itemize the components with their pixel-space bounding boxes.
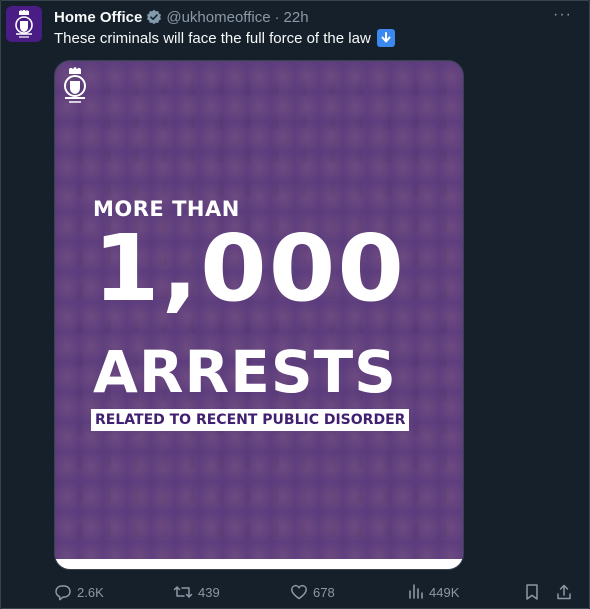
more-options-icon[interactable]: ··· bbox=[553, 6, 572, 24]
tweet-action-bar: 2.6K 439 678 449K bbox=[0, 583, 590, 605]
bookmark-button[interactable] bbox=[524, 583, 545, 601]
tweet-image[interactable]: MORE THAN 1,000 ARRESTS RELATED TO RECEN… bbox=[54, 60, 464, 570]
down-arrow-emoji-icon bbox=[376, 29, 395, 47]
image-bottom-stripe bbox=[55, 559, 463, 569]
royal-crest-icon bbox=[15, 10, 33, 38]
heart-icon bbox=[291, 584, 307, 600]
reply-icon bbox=[55, 585, 71, 601]
repost-count: 439 bbox=[198, 584, 220, 600]
subheadline-label: RELATED TO RECENT PUBLIC DISORDER bbox=[91, 409, 410, 431]
headline-arrests: ARRESTS bbox=[93, 338, 397, 406]
like-count: 678 bbox=[313, 584, 335, 600]
views-button[interactable]: 449K bbox=[408, 583, 459, 601]
repost-button[interactable]: 439 bbox=[173, 583, 220, 601]
tweet-text-body: These criminals will face the full force… bbox=[54, 29, 371, 47]
reply-button[interactable]: 2.6K bbox=[54, 583, 104, 601]
timestamp[interactable]: 22h bbox=[284, 9, 309, 26]
repost-icon bbox=[173, 586, 193, 598]
author-name[interactable]: Home Office bbox=[54, 9, 142, 26]
share-icon bbox=[557, 584, 571, 600]
tweet-text: These criminals will face the full force… bbox=[54, 29, 395, 47]
views-chart-icon bbox=[409, 584, 423, 599]
bookmark-icon bbox=[526, 584, 538, 600]
share-button[interactable] bbox=[555, 583, 578, 601]
tweet-header: Home Office @ukhomeoffice · 22h bbox=[54, 7, 309, 27]
views-count: 449K bbox=[429, 584, 460, 600]
headline-number: 1,000 bbox=[93, 215, 407, 322]
author-handle[interactable]: @ukhomeoffice bbox=[166, 9, 270, 26]
verified-badge-icon[interactable] bbox=[146, 9, 162, 25]
royal-crest-icon bbox=[64, 67, 86, 103]
separator-dot: · bbox=[274, 8, 280, 26]
avatar[interactable] bbox=[6, 6, 42, 42]
like-button[interactable]: 678 bbox=[290, 583, 335, 601]
reply-count: 2.6K bbox=[77, 584, 104, 600]
